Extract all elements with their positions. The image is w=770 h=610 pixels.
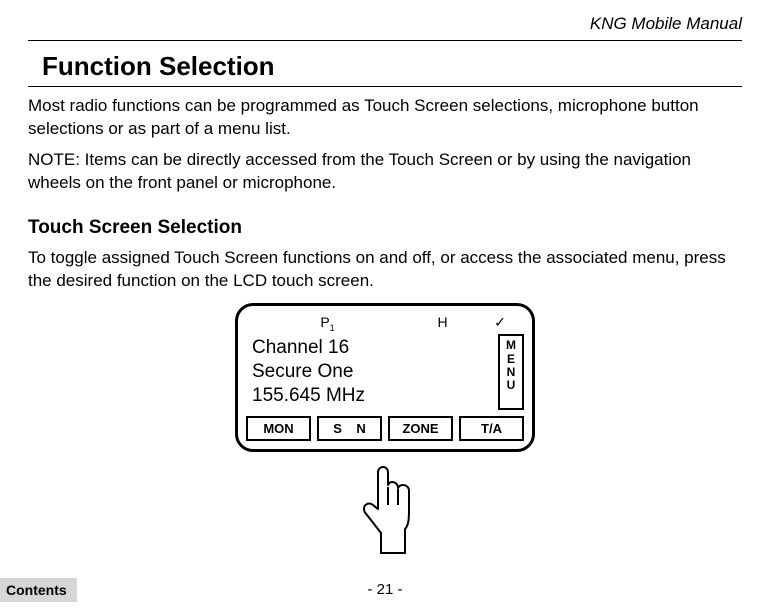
menu-letter-u: U <box>500 379 522 392</box>
device-frame: P1 H ✓ Channel 16 Secure One 155.645 MHz… <box>235 303 535 452</box>
menu-letter-n: N <box>500 366 522 379</box>
menu-letter-m: M <box>500 339 522 352</box>
page-number: - 21 - <box>0 581 770 598</box>
softkey-zone[interactable]: ZONE <box>388 416 453 441</box>
paragraph-2: NOTE: Items can be directly accessed fro… <box>28 149 742 195</box>
running-header: KNG Mobile Manual <box>28 14 742 34</box>
lcd-figure: P1 H ✓ Channel 16 Secure One 155.645 MHz… <box>235 303 535 452</box>
status-h: H <box>433 314 453 330</box>
pointing-hand-icon <box>353 461 417 557</box>
contents-tab[interactable]: Contents <box>0 578 77 602</box>
screen-main: Channel 16 Secure One 155.645 MHz <box>246 334 492 409</box>
paragraph-3: To toggle assigned Touch Screen function… <box>28 247 742 293</box>
screen-line-1: Channel 16 <box>252 336 490 360</box>
status-row: P1 H ✓ <box>246 314 524 335</box>
softkey-mon[interactable]: MON <box>246 416 311 441</box>
menu-button[interactable]: M E N U <box>498 334 524 409</box>
section-title: Function Selection <box>42 51 742 82</box>
softkey-scan[interactable]: S N <box>317 416 382 441</box>
scan-left: S <box>333 421 342 436</box>
screen-line-2: Secure One <box>252 360 490 384</box>
screen-line-3: 155.645 MHz <box>252 384 490 408</box>
scan-right: N <box>356 421 365 436</box>
softkey-row: MON S N ZONE T/A <box>246 416 524 441</box>
subsection-title: Touch Screen Selection <box>28 217 742 239</box>
status-p1: P1 <box>318 314 338 333</box>
paragraph-1: Most radio functions can be programmed a… <box>28 95 742 141</box>
rule-under-title <box>28 86 742 87</box>
softkey-ta[interactable]: T/A <box>459 416 524 441</box>
status-check-icon: ✓ <box>490 314 510 331</box>
rule-top <box>28 40 742 41</box>
menu-letter-e: E <box>500 353 522 366</box>
